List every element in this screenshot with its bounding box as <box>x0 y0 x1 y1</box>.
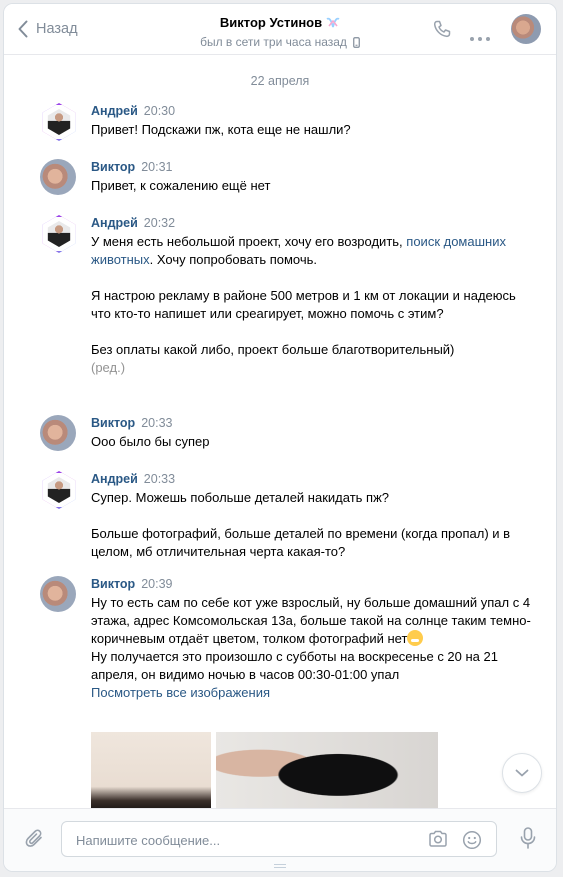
edited-mark[interactable]: (ред.) <box>91 360 125 375</box>
message-text: Привет, к сожалению ещё нет <box>91 178 271 193</box>
message-input[interactable] <box>74 822 408 858</box>
see-all-images-link[interactable]: Посмотреть все изображения <box>91 685 270 700</box>
scroll-down-button[interactable] <box>502 753 542 793</box>
chat-window: Назад Виктор Устинов был в сети три часа… <box>3 3 557 872</box>
online-status: был в сети три часа назад <box>200 35 347 49</box>
message-feed[interactable]: 22 апреля Андрей 20:30 Привет! Подскажи п… <box>4 55 556 809</box>
message-text: Ну то есть сам по себе кот уже взрослый,… <box>91 594 536 648</box>
ribbon-icon <box>326 17 340 27</box>
avatar[interactable] <box>40 576 76 612</box>
avatar[interactable] <box>42 215 76 253</box>
attach-button[interactable] <box>24 828 46 855</box>
message-time[interactable]: 20:30 <box>144 104 175 118</box>
interlocutor-avatar[interactable] <box>511 14 541 44</box>
mobile-icon <box>353 36 360 48</box>
message-input-box[interactable] <box>61 821 497 858</box>
message-text: Без оплаты какой либо, проект больше бла… <box>91 342 455 357</box>
text-fragment: Ну то есть сам по себе кот уже взрослый,… <box>91 595 531 646</box>
message-text: У меня есть небольшой проект, хочу его в… <box>91 233 536 269</box>
phone-icon <box>433 20 451 38</box>
message-text: Ооо было бы супер <box>91 434 210 449</box>
avatar[interactable] <box>42 103 76 141</box>
avatar[interactable] <box>40 415 76 451</box>
message-text: Больше фотографий, больше деталей по вре… <box>91 526 511 559</box>
avatar[interactable] <box>42 471 76 509</box>
camera-button[interactable] <box>428 830 448 853</box>
more-horizontal-icon <box>470 37 490 41</box>
text-fragment: . Хочу попробовать помочь. <box>149 252 318 267</box>
chevron-left-icon <box>18 20 28 38</box>
cat-photo-2[interactable] <box>216 732 438 809</box>
camera-icon <box>429 830 447 847</box>
message-time[interactable]: 20:33 <box>144 472 175 486</box>
chat-title-block[interactable]: Виктор Устинов был в сети три часа назад <box>154 14 406 49</box>
message-author[interactable]: Андрей <box>91 216 138 230</box>
message-time[interactable]: 20:39 <box>141 577 172 591</box>
cat-photo-1[interactable] <box>91 732 211 809</box>
chevron-down-icon <box>515 769 529 777</box>
message-time[interactable]: 20:32 <box>144 216 175 230</box>
message-text: Я настрою рекламу в районе 500 метров и … <box>91 288 516 321</box>
call-button[interactable] <box>432 19 452 44</box>
page-title: Виктор Устинов <box>219 15 323 30</box>
message-time[interactable]: 20:31 <box>141 160 172 174</box>
more-button[interactable] <box>470 28 490 46</box>
message-author[interactable]: Андрей <box>91 104 138 118</box>
microphone-icon <box>520 827 536 849</box>
message-time[interactable]: 20:33 <box>141 416 172 430</box>
chat-header: Назад Виктор Устинов был в сети три часа… <box>4 4 556 55</box>
message-text: Привет! Подскажи пж, кота еще не нашли? <box>91 122 351 137</box>
paperclip-icon <box>25 829 42 847</box>
back-button[interactable]: Назад <box>18 18 78 40</box>
back-label: Назад <box>36 21 78 37</box>
message-composer <box>4 808 556 871</box>
message-text: Супер. Можешь побольше деталей накидать … <box>91 490 390 505</box>
smile-icon <box>462 830 482 850</box>
message-author[interactable]: Виктор <box>91 160 135 174</box>
message-text: Ну получается это произошло с субботы на… <box>91 649 498 682</box>
voice-message-button[interactable] <box>520 827 536 854</box>
message-author[interactable]: Виктор <box>91 416 135 430</box>
date-separator: 22 апреля <box>250 74 310 88</box>
emoji-button[interactable] <box>462 830 482 855</box>
avatar[interactable] <box>40 159 76 195</box>
message-author[interactable]: Виктор <box>91 577 135 591</box>
text-fragment: У меня есть небольшой проект, хочу его в… <box>91 234 407 249</box>
message-author[interactable]: Андрей <box>91 472 138 486</box>
resize-handle[interactable] <box>274 864 286 868</box>
grinning-emoji-icon <box>407 630 424 646</box>
